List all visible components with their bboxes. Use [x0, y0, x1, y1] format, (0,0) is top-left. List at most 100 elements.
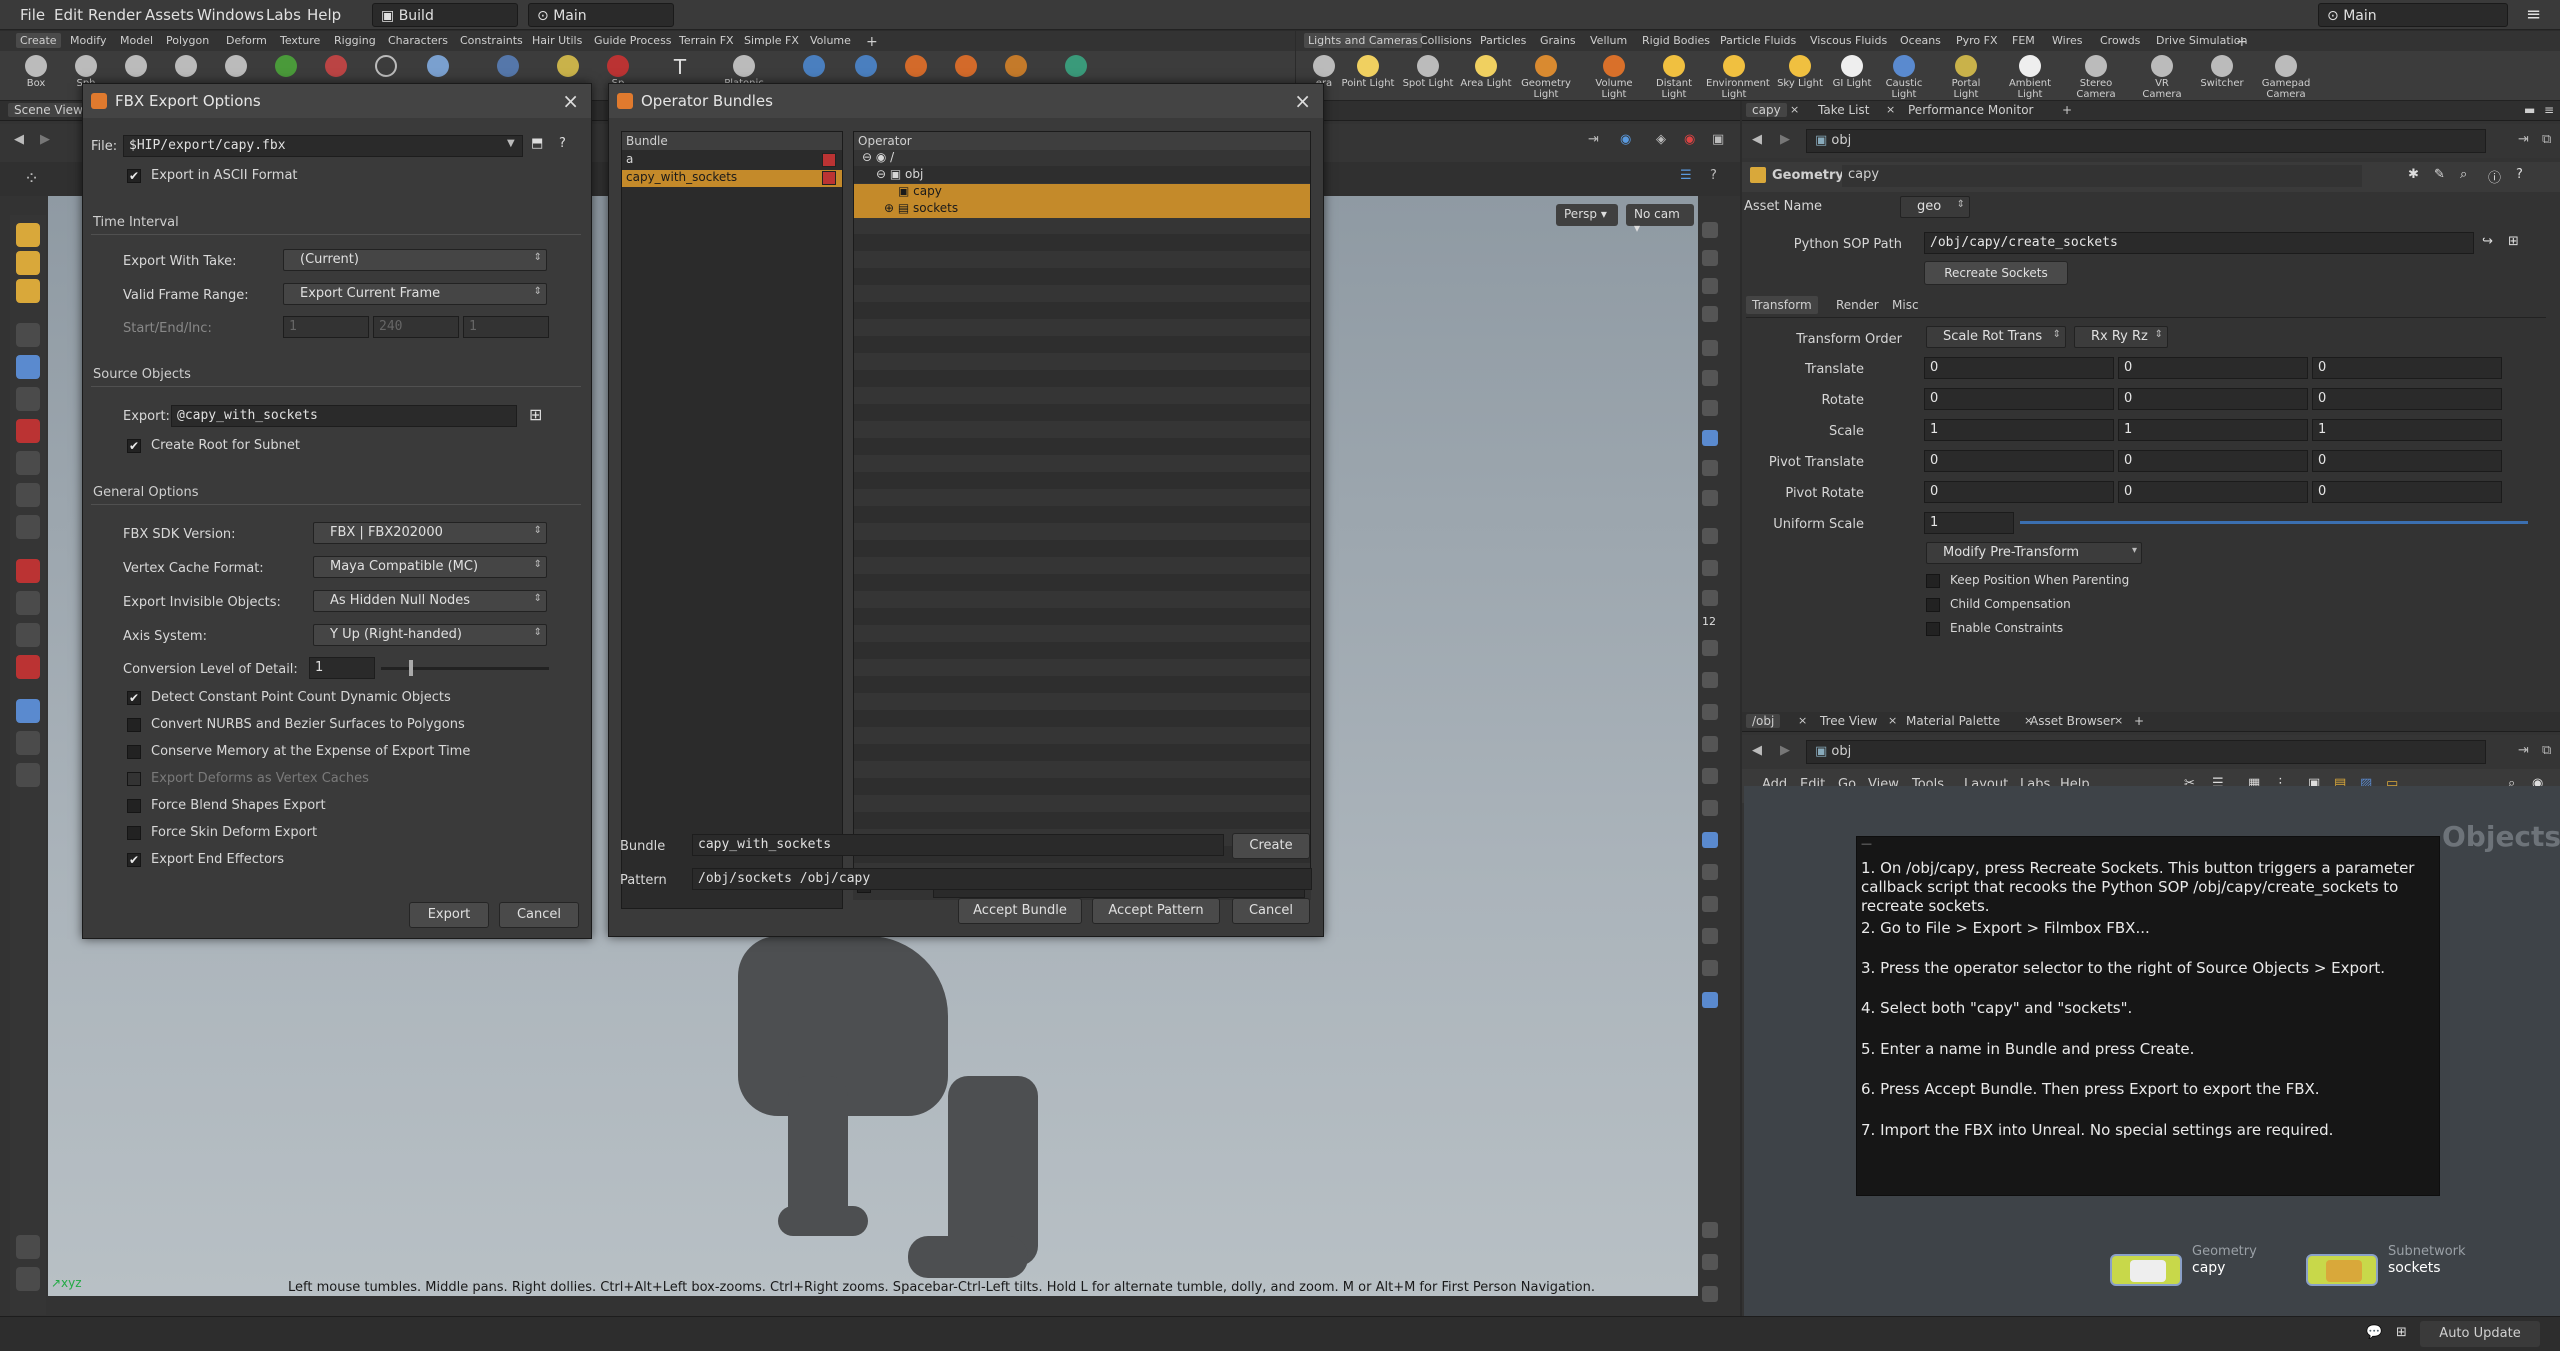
transform-tool-icon[interactable] — [16, 515, 40, 539]
draw-curve-tool[interactable] — [480, 53, 536, 78]
portal-light-tool[interactable]: Portal Light — [1938, 53, 1994, 100]
num-12-icon[interactable]: 12 — [1702, 615, 1718, 631]
shelf-tab-wires[interactable]: Wires — [2048, 33, 2086, 48]
switcher-tool[interactable]: Switcher — [2194, 53, 2250, 89]
shelf-tab-rigid-bodies[interactable]: Rigid Bodies — [1638, 33, 1714, 48]
select-arrow-icon[interactable] — [16, 323, 40, 347]
view-tool-icon[interactable] — [16, 223, 40, 247]
shelf-tab-constraints[interactable]: Constraints — [456, 33, 527, 48]
modify-pre-transform-menu[interactable]: Modify Pre-Transform ▾ — [1926, 542, 2142, 564]
close-tab-obj-icon[interactable]: × — [1792, 714, 1813, 727]
snapshot-icon[interactable]: ◈ — [1656, 132, 1666, 147]
shelf-tab-hair-utils[interactable]: Hair Utils — [528, 33, 586, 48]
keep-position-checkbox[interactable] — [1926, 574, 1940, 588]
gi-light-tool[interactable]: GI Light — [1824, 53, 1880, 89]
file-path-field[interactable]: $HIP/export/capy.fbx — [123, 135, 523, 157]
spiral-tool[interactable] — [938, 53, 994, 78]
shelf-tab-viscous-fluids[interactable]: Viscous Fluids — [1806, 33, 1891, 48]
templates-icon[interactable] — [1702, 490, 1718, 506]
menu-windows[interactable]: Windows — [197, 6, 264, 24]
pivot-rotate-z-field[interactable]: 0 — [2312, 481, 2502, 503]
droplet-icon[interactable] — [1702, 704, 1718, 720]
shelf-tab-collisions[interactable]: Collisions — [1416, 33, 1476, 48]
desktop-selector[interactable]: ▣ Build — [372, 3, 518, 27]
pivot-rotate-y-field[interactable]: 0 — [2118, 481, 2308, 503]
stereo-camera-tool[interactable]: Stereo Camera — [2068, 53, 2124, 100]
convert-nurbs-checkbox[interactable] — [127, 718, 141, 732]
export-objects-field[interactable]: @capy_with_sockets — [171, 405, 517, 427]
accept-bundle-button[interactable]: Accept Bundle — [958, 898, 1082, 924]
scale-tool-icon[interactable] — [16, 451, 40, 475]
tab-asset-browser[interactable]: Asset Browser — [2024, 714, 2121, 728]
environment-light-tool[interactable]: Environment Light — [1706, 53, 1770, 100]
camera-menu[interactable]: No cam ▾ — [1626, 204, 1694, 235]
handle-tool-icon[interactable] — [16, 483, 40, 507]
tree-node-obj[interactable]: ⊖ ▣ obj — [854, 167, 1310, 184]
network-path-field[interactable]: ▣ obj — [1806, 740, 2486, 764]
shading-icon[interactable] — [1702, 340, 1718, 356]
pivot-translate-z-field[interactable]: 0 — [2312, 450, 2502, 472]
close-tab-take-list-icon[interactable]: × — [1880, 103, 1901, 116]
file-history-dropdown-icon[interactable]: ▼ — [507, 138, 515, 149]
curve-icon[interactable] — [1702, 736, 1718, 752]
bundle-a-remove-icon[interactable] — [822, 153, 836, 167]
conversion-lod-slider[interactable] — [381, 667, 549, 670]
flipbook-icon[interactable] — [16, 1235, 40, 1259]
axis-system-menu[interactable]: Y Up (Right-handed) ⇕ — [313, 624, 547, 646]
rotate-z-field[interactable]: 0 — [2312, 388, 2502, 410]
fbx-help-icon[interactable]: ? — [559, 136, 566, 151]
shelf-tab-oceans[interactable]: Oceans — [1896, 33, 1945, 48]
close-tab-capy-icon[interactable]: × — [1784, 103, 1805, 116]
help-icon[interactable]: ? — [1710, 168, 1717, 183]
geometry-light-tool[interactable]: Geometry Light — [1518, 53, 1574, 100]
uniform-scale-slider[interactable] — [2020, 521, 2528, 524]
add-tab-icon[interactable]: + — [2056, 103, 2078, 117]
pivot-translate-y-field[interactable]: 0 — [2118, 450, 2308, 472]
snap-grid-icon[interactable] — [16, 591, 40, 615]
path-tool[interactable] — [410, 53, 466, 78]
cache-icon[interactable]: ⊞ — [2396, 1325, 2407, 1340]
recreate-sockets-button[interactable]: Recreate Sockets — [1924, 261, 2068, 285]
shelf-tab-simple-fx[interactable]: Simple FX — [740, 33, 803, 48]
conversion-lod-field[interactable]: 1 — [309, 657, 375, 679]
param-forward-icon[interactable]: ▶ — [1780, 132, 1790, 147]
shelf-tab-modify[interactable]: Modify — [66, 33, 110, 48]
sky-light-tool[interactable]: Sky Light — [1772, 53, 1828, 89]
pivot-rotate-x-field[interactable]: 0 — [1924, 481, 2114, 503]
bucket-icon[interactable] — [1702, 640, 1718, 656]
detect-constant-checkbox[interactable]: ✔ — [127, 691, 141, 705]
back-arrow-icon[interactable]: ◀ — [14, 132, 24, 147]
torus-tool[interactable] — [158, 53, 214, 78]
shelf-tab-crowds[interactable]: Crowds — [2096, 33, 2144, 48]
sticky-collapse-icon[interactable]: — — [1861, 837, 1872, 850]
pivot-translate-x-field[interactable]: 0 — [1924, 450, 2114, 472]
light-bulb-icon[interactable] — [1702, 400, 1718, 416]
shelf-tab-vellum[interactable]: Vellum — [1586, 33, 1631, 48]
wire-icon[interactable] — [1702, 370, 1718, 386]
bundles-cancel-button[interactable]: Cancel — [1232, 898, 1310, 924]
menu-render[interactable]: Render — [88, 6, 141, 24]
fbx-cancel-button[interactable]: Cancel — [499, 902, 579, 928]
tab-scene-view[interactable]: Scene View — [8, 103, 89, 117]
search-icon[interactable]: ⌕ — [2460, 167, 2467, 182]
gear-icon[interactable]: ✱ — [2408, 167, 2419, 182]
point-icon[interactable] — [1702, 528, 1718, 544]
metaball-tool[interactable] — [838, 53, 894, 78]
null-tool[interactable] — [258, 53, 314, 78]
uniform-scale-field[interactable]: 1 — [1924, 512, 2014, 534]
tab-tree-view[interactable]: Tree View — [1814, 714, 1883, 728]
font-tool[interactable]: T — [652, 53, 708, 79]
display-mode-icon[interactable] — [1702, 430, 1718, 446]
add-shelf-tab-icon[interactable]: + — [862, 33, 882, 51]
lock-icon[interactable] — [16, 355, 40, 379]
area-light-tool[interactable]: Area Light — [1458, 53, 1514, 89]
display-normals-icon[interactable] — [1702, 250, 1718, 266]
menu-more-icon[interactable]: ≡ — [2526, 4, 2541, 25]
pane-more-icon[interactable]: ≡ — [2538, 103, 2560, 117]
force-skin-deform-checkbox[interactable] — [127, 826, 141, 840]
rotate-order-menu[interactable]: Rx Ry Rz ⇕ — [2074, 326, 2168, 348]
network-back-icon[interactable]: ◀ — [1752, 743, 1762, 758]
vr-camera-tool[interactable]: VR Camera — [2134, 53, 2190, 100]
tab-material-palette[interactable]: Material Palette — [1900, 714, 2006, 728]
ghost-icon[interactable] — [16, 699, 40, 723]
